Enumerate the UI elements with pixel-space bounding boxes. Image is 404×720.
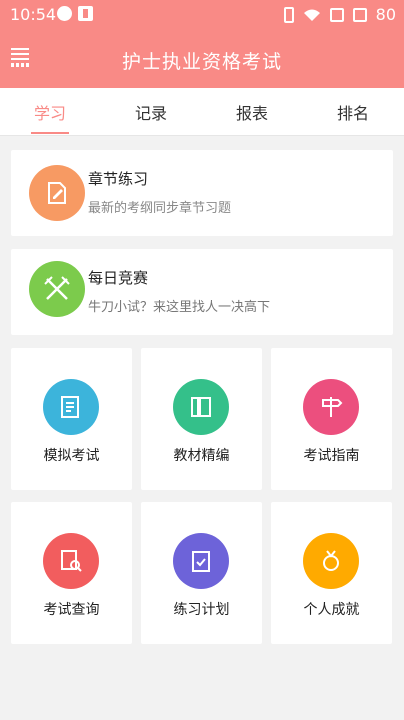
active-tab-indicator [31, 132, 69, 134]
tab-bar: 学习 记录 报表 排名 [0, 88, 404, 136]
mock-exam-tile[interactable]: 模拟考试 [11, 348, 132, 490]
tile-label: 个人成就 [303, 602, 360, 618]
exam-guide-tile[interactable]: 考试指南 [271, 348, 392, 490]
tab-ranking[interactable]: 排名 [323, 100, 383, 124]
signpost-icon [303, 379, 359, 435]
books-icon [173, 379, 229, 435]
clipboard-check-icon [173, 533, 229, 589]
tile-label: 考试查询 [43, 602, 100, 618]
exam-paper-icon [43, 379, 99, 435]
chapter-practice-card[interactable]: 章节练习 最新的考纲同步章节习题 [11, 150, 393, 236]
tile-label: 教材精编 [173, 448, 230, 464]
tab-records[interactable]: 记录 [121, 100, 181, 124]
card-subtitle: 牛刀小试？来这里找人一决高下 [88, 300, 271, 315]
tab-study[interactable]: 学习 [20, 100, 80, 124]
upload-notification-icon [78, 6, 93, 21]
achievements-tile[interactable]: 个人成就 [271, 502, 392, 644]
card-subtitle: 最新的考纲同步章节习题 [88, 201, 232, 216]
textbook-tile[interactable]: 教材精编 [141, 348, 262, 490]
sim-icon [329, 7, 344, 22]
browser-notification-icon [57, 6, 72, 21]
status-notification-icons [57, 6, 93, 21]
search-document-icon [43, 533, 99, 589]
tab-reports[interactable]: 报表 [222, 100, 282, 124]
card-title: 每日竞赛 [88, 269, 149, 287]
app-title: 护士执业资格考试 [121, 51, 282, 73]
document-pen-icon [29, 165, 85, 221]
status-time: 10:54 [10, 5, 57, 24]
medal-icon [303, 533, 359, 589]
status-indicators: 80 [283, 5, 396, 24]
vibrate-icon [283, 6, 294, 23]
exam-query-tile[interactable]: 考试查询 [11, 502, 132, 644]
practice-plan-tile[interactable]: 练习计划 [141, 502, 262, 644]
crossed-swords-icon [29, 261, 85, 317]
card-title: 章节练习 [88, 170, 149, 188]
status-bar: 10:54 80 [0, 0, 404, 30]
battery-level: 80 [375, 5, 396, 24]
tile-label: 练习计划 [173, 602, 230, 618]
battery-icon [352, 7, 367, 22]
tile-label: 模拟考试 [43, 448, 100, 464]
app-header: 10:54 80 护士执业资格考试 [0, 0, 404, 88]
tile-label: 考试指南 [303, 448, 360, 464]
wifi-icon [303, 9, 320, 21]
daily-contest-card[interactable]: 每日竞赛 牛刀小试？来这里找人一决高下 [11, 249, 393, 335]
